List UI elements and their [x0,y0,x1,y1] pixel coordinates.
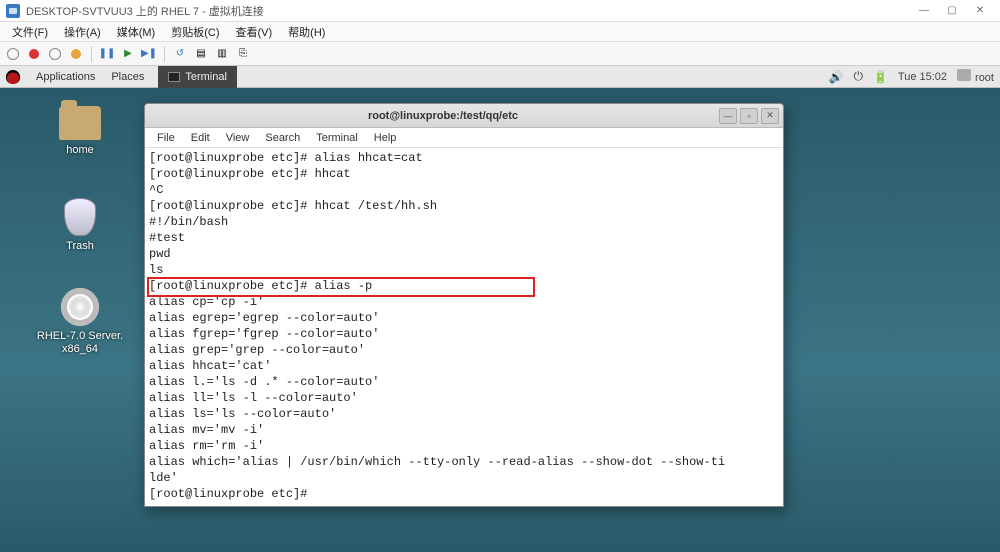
toolbar-ctrl-alt-del-icon[interactable] [4,45,22,63]
redhat-logo-icon[interactable] [6,70,20,84]
terminal-line: lde' [149,470,779,486]
terminal-menu-search[interactable]: Search [257,130,308,146]
terminal-line: ls [149,262,779,278]
terminal-body[interactable]: [root@linuxprobe etc]# alias hhcat=cat [… [145,148,783,506]
taskbar-terminal-label: Terminal [185,71,227,83]
vm-menu-clipboard[interactable]: 剪贴板(C) [163,22,227,42]
vm-menu-file[interactable]: 文件(F) [4,22,56,42]
terminal-line: alias grep='grep --color=auto' [149,342,779,358]
vm-maximize-button[interactable]: ▢ [938,3,966,19]
toolbar-shutdown-icon[interactable] [46,45,64,63]
desktop-icon-label: Trash [30,240,130,252]
vm-close-button[interactable]: ✕ [966,3,994,19]
toolbar-pause-icon[interactable]: ❚❚ [98,45,116,63]
gnome-places[interactable]: Places [103,71,152,83]
folder-icon [59,106,101,140]
terminal-window: root@linuxprobe:/test/qq/etc — ▫ ✕ File … [144,103,784,507]
terminal-menu-view[interactable]: View [218,130,258,146]
toolbar-separator [91,46,92,62]
toolbar-revert-icon[interactable]: ↺ [171,45,189,63]
toolbar-separator [164,46,165,62]
terminal-line: [root@linuxprobe etc]# hhcat /test/hh.sh [149,198,779,214]
terminal-line: [root@linuxprobe etc]# hhcat [149,166,779,182]
terminal-line: ^C [149,182,779,198]
terminal-menu-terminal[interactable]: Terminal [308,130,366,146]
terminal-icon [168,72,180,82]
vm-menu-media[interactable]: 媒体(M) [109,22,164,42]
terminal-line: alias ll='ls -l --color=auto' [149,390,779,406]
terminal-line: alias hhcat='cat' [149,358,779,374]
terminal-line: #!/bin/bash [149,214,779,230]
terminal-line: alias cp='cp -i' [149,294,779,310]
terminal-line: [root@linuxprobe etc]# alias hhcat=cat [149,150,779,166]
desktop-icon-home[interactable]: home [30,106,130,156]
terminal-menu-file[interactable]: File [149,130,183,146]
vm-menu-action[interactable]: 操作(A) [56,22,109,42]
terminal-menu-help[interactable]: Help [366,130,405,146]
vm-icon [6,4,20,18]
desktop-icon-label: home [30,144,130,156]
toolbar-save-icon[interactable] [67,45,85,63]
terminal-line: #test [149,230,779,246]
terminal-line: alias rm='rm -i' [149,438,779,454]
vm-menu-view[interactable]: 查看(V) [228,22,281,42]
terminal-line: alias egrep='egrep --color=auto' [149,310,779,326]
terminal-menu-edit[interactable]: Edit [183,130,218,146]
terminal-titlebar[interactable]: root@linuxprobe:/test/qq/etc — ▫ ✕ [145,104,783,128]
cd-icon [61,288,99,326]
terminal-line: alias ls='ls --color=auto' [149,406,779,422]
vm-toolbar: ❚❚ ▶ ▶❚ ↺ ▤ ▥ ⎘ [0,42,1000,66]
toolbar-checkpoint-icon[interactable]: ▶❚ [140,45,158,63]
battery-icon[interactable]: 🔋 [873,70,888,84]
gnome-top-bar: Applications Places Terminal 🔊 ⏻ 🔋 Tue 1… [0,66,1000,88]
vm-title: DESKTOP-SVTVUU3 上的 RHEL 7 - 虚拟机连接 [26,3,264,19]
taskbar-terminal[interactable]: Terminal [158,66,237,88]
terminal-line: alias fgrep='fgrep --color=auto' [149,326,779,342]
vm-menubar: 文件(F) 操作(A) 媒体(M) 剪贴板(C) 查看(V) 帮助(H) [0,22,1000,42]
terminal-title: root@linuxprobe:/test/qq/etc [167,110,719,122]
user-menu[interactable]: root [957,69,994,84]
vm-menu-help[interactable]: 帮助(H) [280,22,333,42]
gnome-applications[interactable]: Applications [28,71,103,83]
toolbar-export-icon[interactable]: ▥ [213,45,231,63]
terminal-maximize-button[interactable]: ▫ [740,108,758,124]
clock[interactable]: Tue 15:02 [898,71,947,83]
terminal-line: [root@linuxprobe etc]# alias -p [149,278,779,294]
vm-titlebar: DESKTOP-SVTVUU3 上的 RHEL 7 - 虚拟机连接 — ▢ ✕ [0,0,1000,22]
user-badge-icon [957,69,971,81]
terminal-line: [root@linuxprobe etc]# [149,486,779,502]
trash-icon [64,198,96,236]
terminal-line: alias which='alias | /usr/bin/which --tt… [149,454,779,470]
network-icon[interactable]: ⏻ [853,69,863,84]
desktop[interactable]: home Trash RHEL-7.0 Server. x86_64 root@… [0,88,1000,552]
toolbar-snapshot-icon[interactable]: ▤ [192,45,210,63]
terminal-line: alias l.='ls -d .* --color=auto' [149,374,779,390]
desktop-icon-label: RHEL-7.0 Server. x86_64 [30,330,130,355]
terminal-menubar: File Edit View Search Terminal Help [145,128,783,148]
terminal-minimize-button[interactable]: — [719,108,737,124]
volume-icon[interactable]: 🔊 [828,70,843,84]
vm-minimize-button[interactable]: — [910,3,938,19]
terminal-close-button[interactable]: ✕ [761,108,779,124]
toolbar-stop-icon[interactable] [25,45,43,63]
terminal-line: alias mv='mv -i' [149,422,779,438]
toolbar-share-icon[interactable]: ⎘ [234,45,252,63]
desktop-icon-cd[interactable]: RHEL-7.0 Server. x86_64 [30,288,130,355]
desktop-icon-trash[interactable]: Trash [30,198,130,252]
terminal-line: pwd [149,246,779,262]
toolbar-start-icon[interactable]: ▶ [119,45,137,63]
